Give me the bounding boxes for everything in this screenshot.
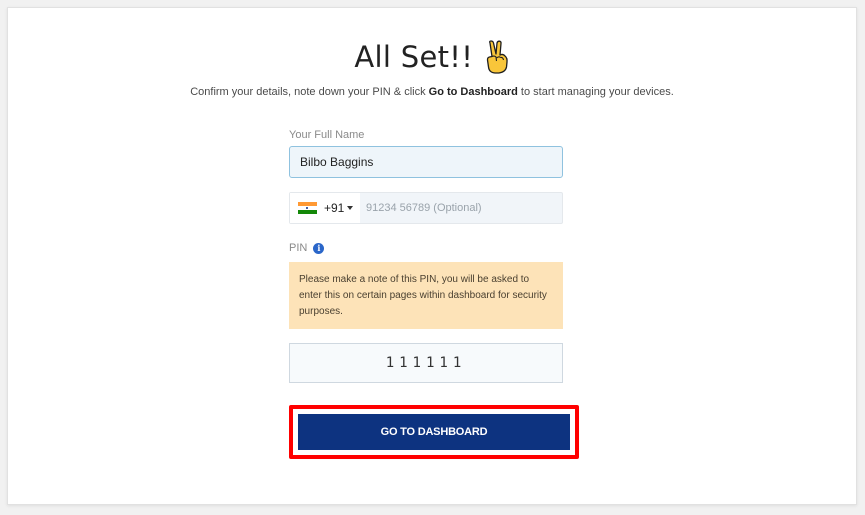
phone-field: +91 — [289, 192, 563, 224]
info-icon[interactable]: i — [313, 242, 325, 254]
highlight-frame: GO TO DASHBOARD — [289, 405, 579, 459]
victory-hand-icon — [486, 40, 508, 74]
page-title: All Set!! — [354, 40, 474, 74]
india-flag-icon — [298, 201, 317, 215]
title-row: All Set!! — [8, 40, 856, 80]
pin-display: 111111 — [289, 343, 563, 383]
subtitle-highlight: Go to Dashboard — [428, 86, 518, 98]
flag-stripe-white — [298, 205, 317, 211]
full-name-label: Your Full Name — [289, 129, 365, 141]
flag-stripe-green — [298, 210, 317, 215]
pin-warning-note: Please make a note of this PIN, you will… — [289, 262, 563, 329]
dial-code: +91 — [324, 201, 345, 215]
subtitle-text-start: Confirm your details, note down your PIN… — [190, 86, 429, 98]
phone-input[interactable] — [360, 193, 562, 223]
go-to-dashboard-button[interactable]: GO TO DASHBOARD — [298, 414, 570, 450]
instructions-text: Confirm your details, note down your PIN… — [8, 86, 856, 98]
full-name-input[interactable] — [289, 146, 563, 178]
country-code-select[interactable]: +91 — [290, 193, 360, 223]
caret-down-icon — [347, 206, 354, 210]
pin-label: PIN — [289, 242, 308, 254]
subtitle-text-end: to start managing your devices. — [517, 86, 674, 98]
pin-label-row: PIN i — [289, 240, 563, 256]
setup-form: Your Full Name +91 PIN i Please make a n… — [289, 128, 563, 383]
